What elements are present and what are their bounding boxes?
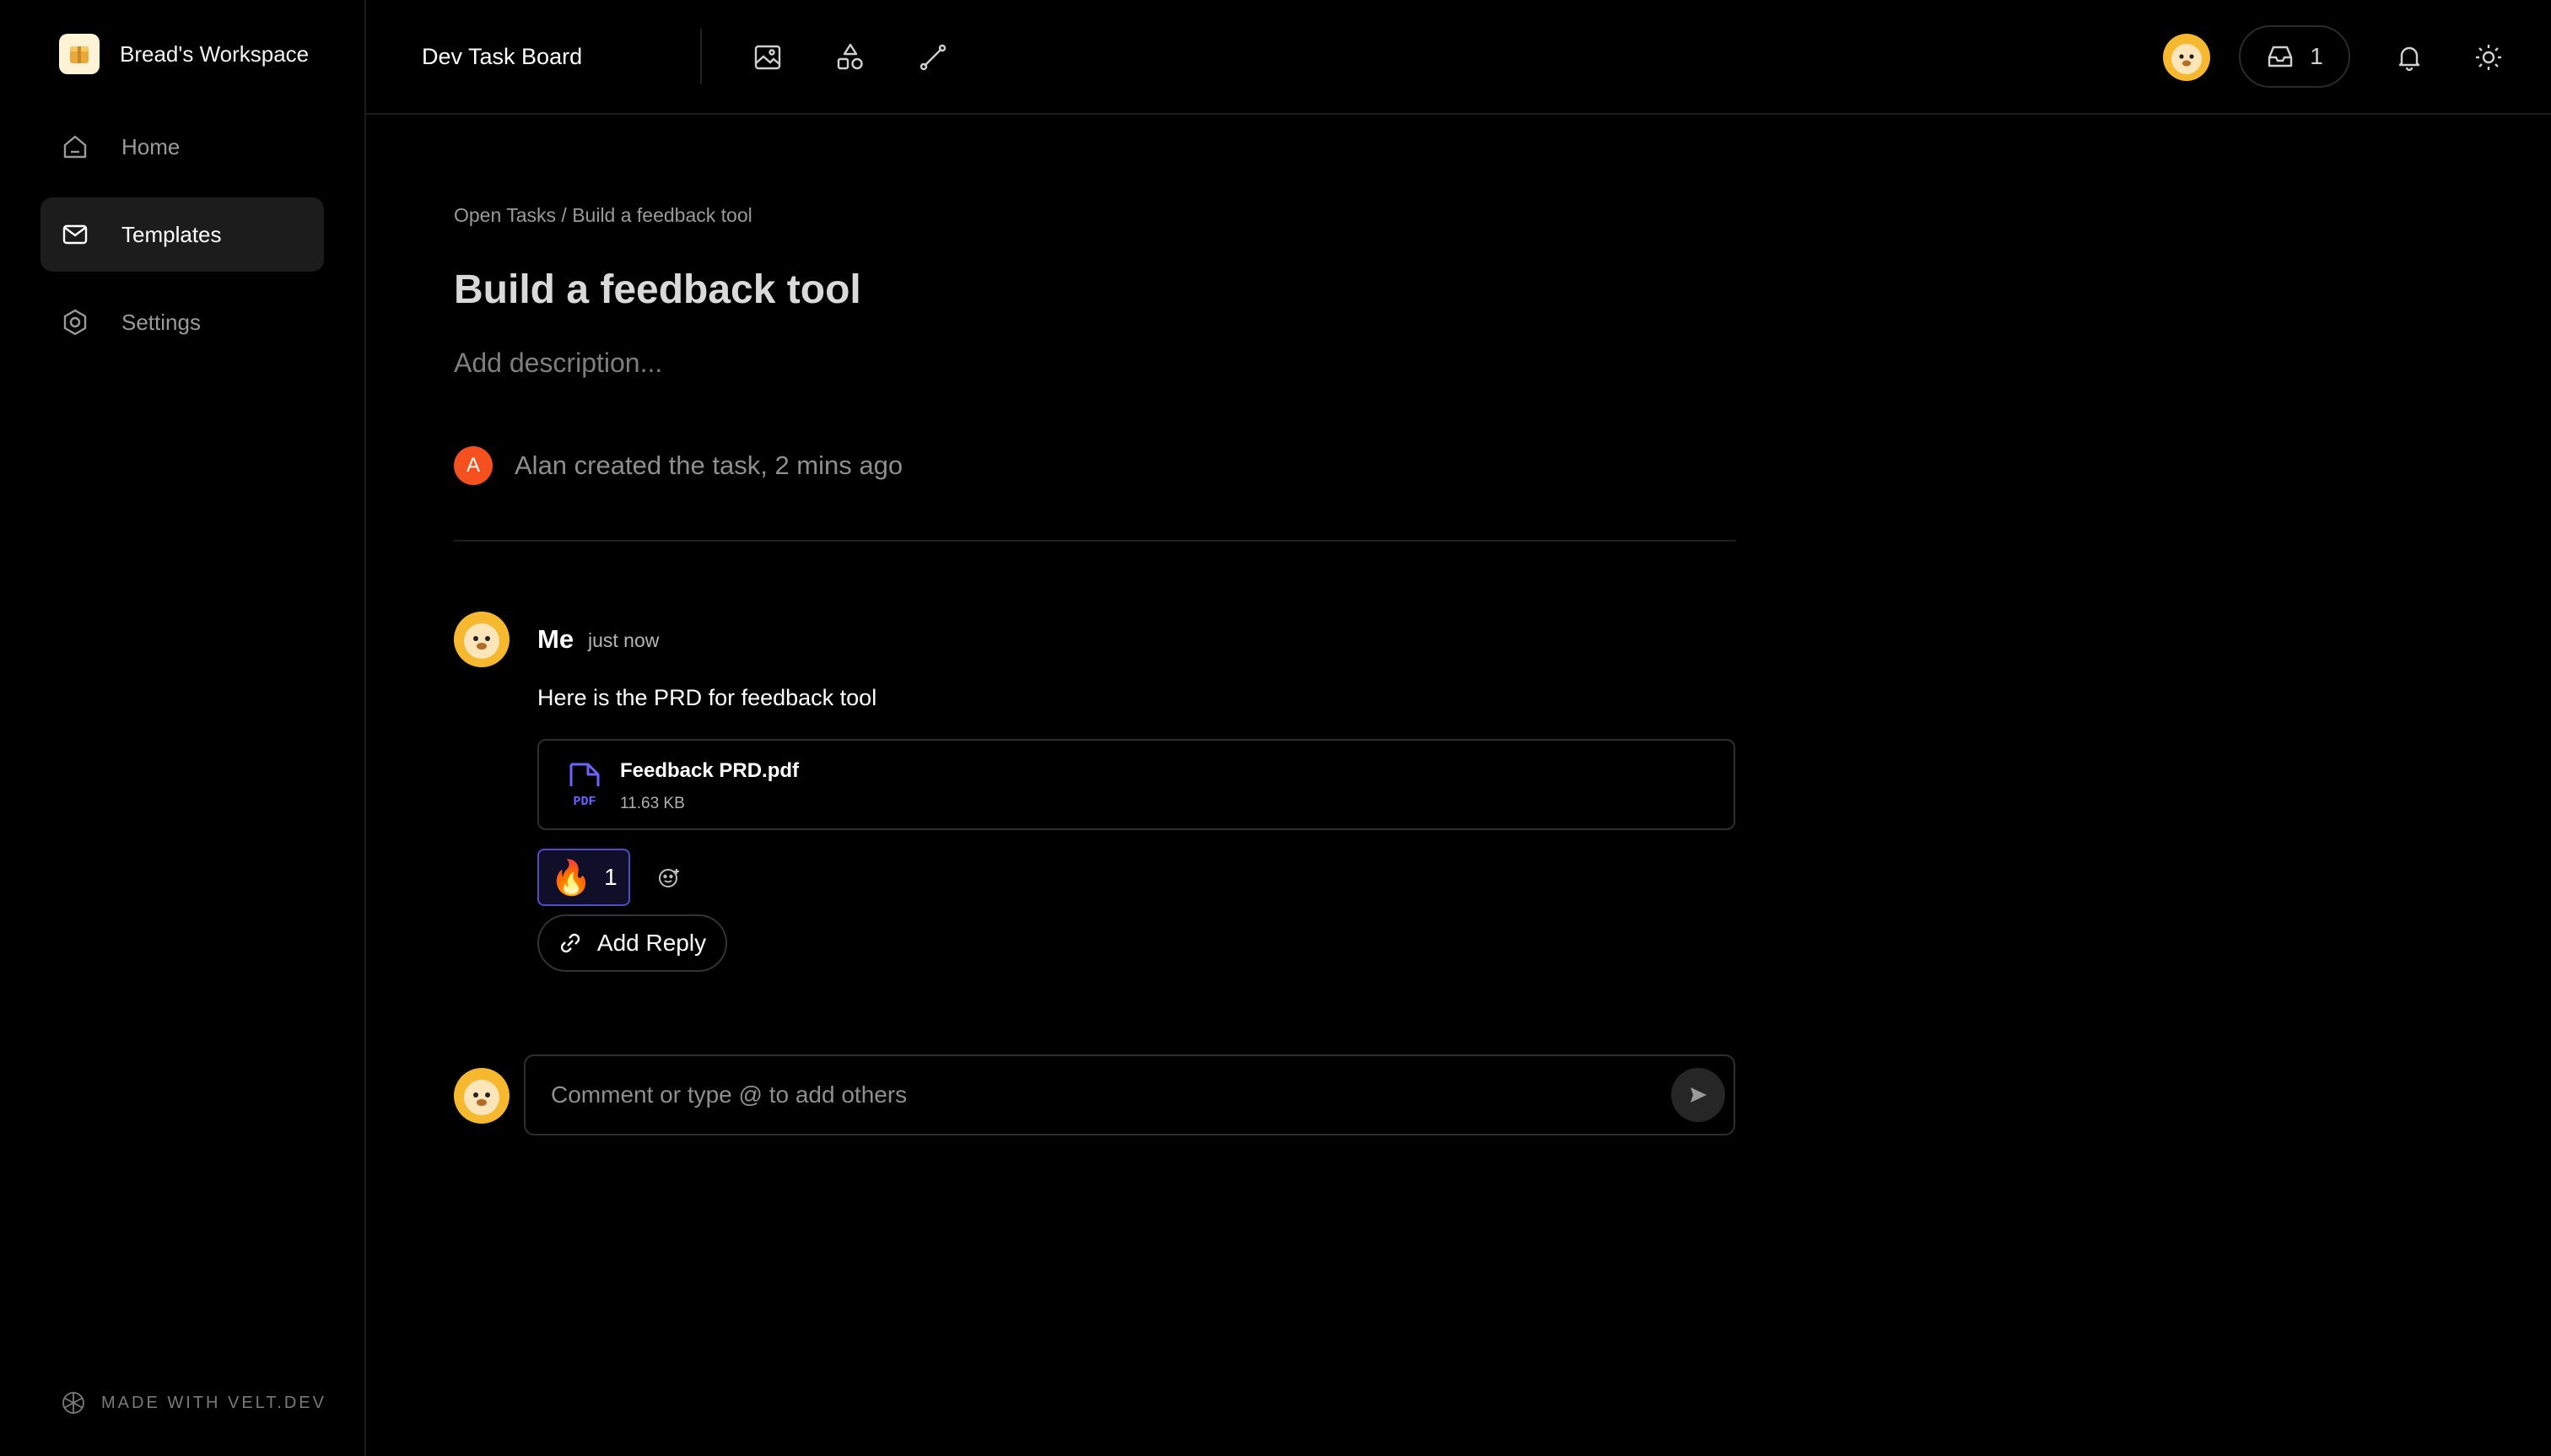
activity-text: Alan created the task, 2 mins ago [515, 450, 903, 480]
comment-timestamp: just now [588, 629, 660, 651]
comment-body: Here is the PRD for feedback tool [537, 685, 877, 710]
shapes-tool-button[interactable] [830, 37, 871, 78]
reply-link-icon [560, 933, 580, 953]
reaction-chip[interactable]: 🔥 1 [537, 849, 630, 906]
sidebar-item-home[interactable]: Home [40, 110, 324, 184]
breadcrumb[interactable]: Open Tasks / Build a feedback tool [454, 204, 752, 227]
comment-composer [524, 1054, 1735, 1135]
board-title: Dev Task Board [422, 44, 583, 69]
theme-toggle-button[interactable] [2470, 39, 2507, 76]
send-icon [1691, 1087, 1707, 1103]
comment-author: Me [537, 624, 574, 654]
add-reaction-icon[interactable] [656, 866, 682, 891]
inbox-icon [2268, 46, 2293, 67]
inbox-count: 1 [2310, 43, 2323, 69]
bell-icon [2398, 46, 2420, 72]
home-icon [63, 135, 87, 159]
line-tool-button[interactable] [913, 37, 953, 78]
shapes-icon [837, 43, 863, 70]
task-title[interactable]: Build a feedback tool [454, 267, 861, 313]
workspace-logo-icon [59, 34, 100, 74]
reaction-count: 1 [604, 864, 618, 890]
comment-input[interactable] [551, 1073, 1648, 1117]
image-tool-button[interactable] [747, 37, 788, 78]
attachment-name: Feedback PRD.pdf [620, 759, 800, 782]
sidebar-item-label: Templates [121, 221, 222, 247]
divider [454, 540, 1736, 542]
sidebar-item-templates[interactable]: Templates [40, 197, 324, 272]
inbox-button[interactable]: 1 [2239, 25, 2350, 88]
attachment-card[interactable]: PDF Feedback PRD.pdf 11.63 KB [537, 739, 1735, 830]
made-with-velt-link[interactable]: MADE WITH VELT.DEV [61, 1390, 326, 1416]
activity-entry: A Alan created the task, 2 mins ago [454, 446, 903, 485]
velt-logo-icon [62, 1392, 84, 1414]
sidebar: Bread's Workspace Home Templates Setting… [0, 0, 366, 1456]
notifications-button[interactable] [2391, 39, 2428, 76]
line-icon [920, 44, 947, 71]
add-reply-button[interactable]: Add Reply [537, 914, 727, 972]
divider [700, 29, 702, 84]
pdf-type-label: PDF [573, 795, 596, 809]
sidebar-item-settings[interactable]: Settings [40, 285, 324, 359]
attachment-size: 11.63 KB [620, 795, 685, 812]
current-user-avatar [454, 1068, 510, 1124]
workspace-switcher[interactable]: Bread's Workspace [59, 34, 309, 74]
mail-icon [62, 224, 88, 245]
sidebar-item-label: Home [121, 133, 181, 159]
workspace-name: Bread's Workspace [120, 40, 310, 67]
footer-text: MADE WITH VELT.DEV [101, 1393, 326, 1412]
sidebar-item-label: Settings [121, 309, 201, 335]
sun-icon [2476, 45, 2501, 70]
comment-author-avatar [454, 612, 510, 667]
send-button[interactable] [1671, 1068, 1725, 1122]
fire-emoji: 🔥 [550, 859, 593, 897]
top-bar: Dev Task Board 1 [366, 0, 2551, 115]
avatar: A [454, 446, 493, 485]
image-icon [754, 45, 781, 70]
settings-icon [63, 309, 87, 336]
add-reply-label: Add Reply [596, 930, 707, 956]
user-avatar[interactable] [2163, 34, 2210, 81]
task-description-field[interactable]: Add description... [454, 348, 662, 379]
app-root: Bread's Workspace Home Templates Setting… [0, 0, 2551, 1456]
pdf-file-icon: PDF [569, 763, 600, 809]
